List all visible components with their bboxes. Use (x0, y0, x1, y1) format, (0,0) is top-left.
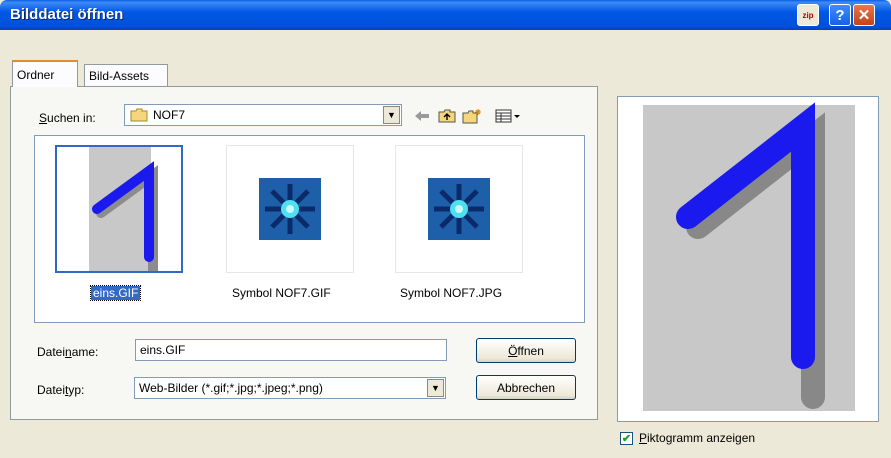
file-name-symbol-jpg[interactable]: Symbol NOF7.JPG (400, 286, 502, 300)
file-name-eins[interactable]: eins.GIF (89, 285, 142, 301)
file-name-symbol-gif[interactable]: Symbol NOF7.GIF (232, 286, 331, 300)
look-in-combo[interactable]: NOF7 ▼ (124, 104, 402, 126)
look-in-value: NOF7 (153, 108, 186, 122)
help-button[interactable]: ? (829, 4, 851, 26)
filename-input[interactable]: eins.GIF (135, 339, 447, 361)
up-folder-icon[interactable] (437, 107, 457, 125)
preview-pane (617, 96, 879, 422)
window-title: Bilddatei öffnen (10, 6, 124, 23)
symbol-image (428, 178, 490, 240)
tab-ordner[interactable]: Ordner (12, 60, 78, 87)
open-button[interactable]: Öffnen (476, 338, 576, 363)
tab-label: Ordner (17, 67, 55, 82)
filetype-value: Web-Bilder (*.gif;*.jpg;*.jpeg;*.png) (139, 381, 323, 395)
new-folder-icon[interactable] (462, 107, 482, 125)
symbol-image (259, 178, 321, 240)
folder-icon (130, 108, 148, 125)
show-preview-label: Piktogramm anzeigen (639, 431, 756, 445)
filetype-combo[interactable]: Web-Bilder (*.gif;*.jpg;*.jpeg;*.png) ▼ (134, 377, 446, 399)
number-one-image (89, 147, 158, 286)
zip-button[interactable]: zip (797, 4, 819, 26)
close-button[interactable]: ✕ (853, 4, 875, 26)
help-icon: ? (835, 6, 845, 24)
file-thumbnail-symbol-jpg[interactable] (395, 145, 523, 273)
show-preview-checkbox[interactable]: ✔ Piktogramm anzeigen (620, 431, 755, 445)
chevron-down-icon[interactable]: ▼ (427, 379, 444, 397)
look-in-label: Suchen in: (39, 111, 96, 125)
zip-icon: zip (802, 10, 814, 20)
filetype-label: Dateityp: (37, 383, 85, 397)
checkbox-check-icon[interactable]: ✔ (620, 431, 633, 445)
filename-label: Dateiname: (37, 345, 99, 359)
back-arrow-icon[interactable] (412, 107, 432, 125)
file-thumbnail-symbol-gif[interactable] (226, 145, 354, 273)
cancel-button[interactable]: Abbrechen (476, 375, 576, 400)
close-icon: ✕ (857, 7, 871, 24)
preview-image (643, 102, 855, 411)
file-thumbnail-eins[interactable] (55, 145, 183, 286)
view-menu-icon[interactable] (494, 107, 522, 125)
tab-label: Bild-Assets (89, 68, 150, 83)
tab-bild-assets[interactable]: Bild-Assets (84, 64, 168, 86)
chevron-down-icon[interactable]: ▼ (383, 106, 400, 124)
title-bar: Bilddatei öffnen zip ? ✕ (0, 0, 891, 30)
